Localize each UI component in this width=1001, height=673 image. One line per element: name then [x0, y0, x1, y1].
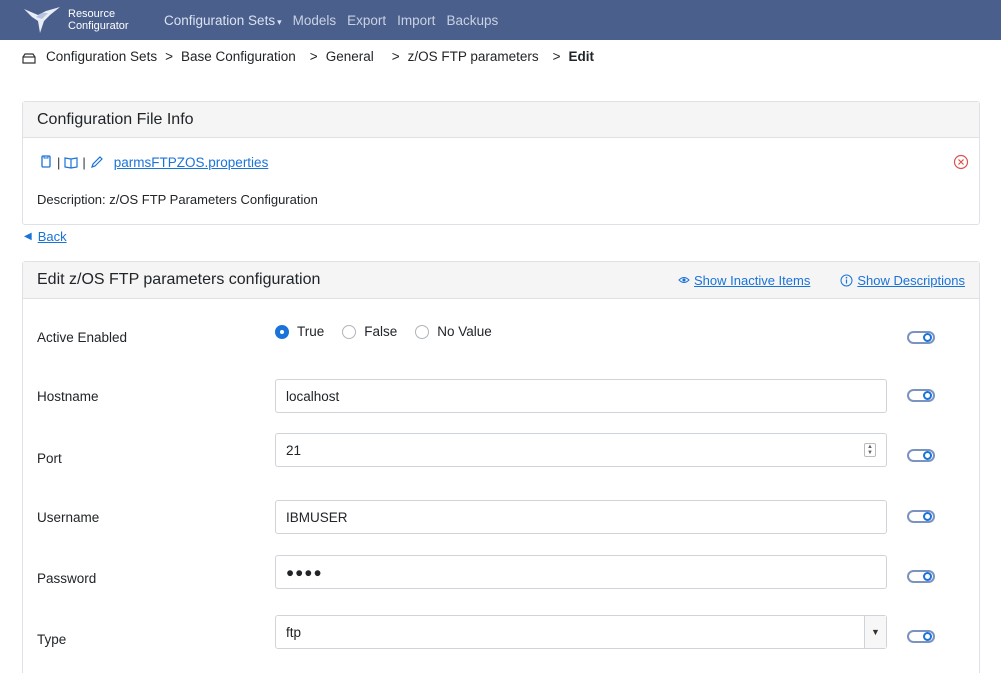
password-label: Password	[37, 571, 97, 586]
password-toggle[interactable]	[907, 570, 935, 583]
type-label: Type	[37, 632, 67, 647]
port-toggle[interactable]	[907, 449, 935, 462]
radio-true-label: True	[297, 324, 325, 339]
radio-false-circle[interactable]	[342, 324, 357, 339]
crumb-general[interactable]: General	[326, 49, 374, 64]
back-link-wrapper[interactable]: ◀ Back	[24, 229, 67, 244]
toggle-knob	[923, 572, 932, 581]
username-label: Username	[37, 510, 100, 525]
file-row: | | parmsFTPZOS.properties	[23, 138, 979, 186]
hostname-value: localhost	[286, 388, 340, 404]
show-descriptions-link[interactable]: Show Descriptions	[840, 273, 965, 288]
chevron-down-icon: ▾	[277, 16, 282, 27]
brand[interactable]: Resource Configurator	[0, 0, 164, 40]
nav-models[interactable]: Models	[293, 13, 337, 28]
toggle-knob	[923, 391, 932, 400]
header-links: Show Inactive Items Show Descriptions	[678, 273, 965, 288]
radio-false[interactable]: False	[342, 324, 397, 339]
crumb-separator: >	[165, 48, 173, 64]
hostname-row: Hostname localhost	[23, 379, 979, 413]
nav-configuration-sets-label: Configuration Sets	[164, 12, 276, 28]
type-row: Type ftp ▼	[23, 615, 979, 649]
type-select[interactable]: ftp ▼	[275, 615, 887, 649]
brand-text: Resource Configurator	[68, 8, 129, 32]
brand-line-1: Resource	[68, 8, 116, 20]
type-toggle[interactable]	[907, 630, 935, 643]
username-input[interactable]: IBMUSER	[275, 500, 887, 534]
radio-no-value[interactable]: No Value	[415, 324, 492, 339]
active-enabled-label: Active Enabled	[37, 330, 128, 345]
radio-true-circle[interactable]	[275, 324, 289, 339]
eye-icon	[678, 277, 690, 283]
copy-icon[interactable]	[39, 155, 53, 169]
port-label: Port	[37, 451, 62, 466]
password-input[interactable]: ●●●●	[275, 555, 887, 589]
book-icon[interactable]	[64, 155, 78, 169]
edit-form-title: Edit z/OS FTP parameters configuration	[37, 271, 321, 288]
description: Description: z/OS FTP Parameters Configu…	[37, 191, 318, 207]
active-enabled-toggle[interactable]	[907, 331, 935, 344]
folder-icon	[22, 53, 36, 64]
hostname-label: Hostname	[37, 389, 99, 404]
hostname-input[interactable]: localhost	[275, 379, 887, 413]
show-inactive-items-link[interactable]: Show Inactive Items	[678, 273, 810, 288]
crumb-edit: Edit	[568, 48, 595, 64]
toggle-knob	[923, 632, 932, 641]
show-inactive-items-label: Show Inactive Items	[694, 272, 811, 288]
edit-form-card: Edit z/OS FTP parameters configuration S…	[22, 261, 980, 673]
stepper-icon[interactable]: ▲ ▼	[864, 443, 876, 457]
edit-form-header: Edit z/OS FTP parameters configuration S…	[23, 262, 979, 299]
remove-circle-icon[interactable]	[953, 154, 969, 170]
nav-backups[interactable]: Backups	[446, 13, 498, 28]
radio-no-value-circle[interactable]	[415, 324, 430, 339]
port-input[interactable]: 21 ▲ ▼	[275, 433, 887, 467]
dropdown-arrow-icon[interactable]: ▼	[864, 616, 886, 648]
file-name-link[interactable]: parmsFTPZOS.properties	[114, 155, 269, 170]
active-enabled-radio-group: True False No Value	[275, 324, 510, 339]
password-row: Password ●●●●	[23, 555, 979, 589]
bird-logo-icon	[24, 7, 60, 33]
toggle-knob	[923, 333, 932, 342]
crumb-configuration-sets[interactable]: Configuration Sets	[46, 49, 157, 64]
file-info-card: Configuration File Info | | parmsFTPZOS.…	[22, 101, 980, 225]
nav-import[interactable]: Import	[397, 13, 435, 28]
icon-divider: |	[82, 154, 86, 170]
radio-no-value-label: No Value	[437, 324, 492, 339]
port-value: 21	[286, 442, 302, 458]
toggle-knob	[923, 512, 932, 521]
radio-false-label: False	[364, 324, 398, 339]
show-descriptions-label: Show Descriptions	[857, 272, 965, 288]
nav-configuration-sets[interactable]: Configuration Sets ▾	[164, 13, 282, 28]
hostname-toggle[interactable]	[907, 389, 935, 402]
type-value: ftp	[286, 624, 302, 640]
file-info-header: Configuration File Info	[23, 102, 979, 138]
username-value: IBMUSER	[286, 509, 348, 525]
username-row: Username IBMUSER	[23, 500, 979, 534]
password-value: ●●●●	[286, 564, 323, 580]
triangle-left-icon: ◀	[24, 231, 32, 242]
breadcrumb: Configuration Sets > Base Configuration …	[22, 46, 594, 66]
info-icon	[840, 274, 853, 286]
toggle-knob	[923, 451, 932, 460]
crumb-base-configuration[interactable]: Base Configuration	[181, 49, 296, 64]
username-toggle[interactable]	[907, 510, 935, 523]
active-enabled-row: Active Enabled True False No Value	[23, 314, 979, 354]
radio-true[interactable]: True	[275, 324, 324, 339]
pencil-icon[interactable]	[90, 155, 104, 169]
brand-line-2: Configurator	[68, 20, 129, 32]
port-row: Port 21 ▲ ▼	[23, 433, 979, 467]
crumb-separator: >	[552, 48, 561, 64]
crumb-separator: >	[391, 48, 400, 64]
file-info-title: Configuration File Info	[37, 110, 194, 128]
icon-divider: |	[57, 154, 61, 170]
nav-export[interactable]: Export	[347, 13, 386, 28]
top-navbar: Resource Configurator Configuration Sets…	[0, 0, 1001, 40]
crumb-ftp-parameters[interactable]: z/OS FTP parameters	[408, 49, 539, 64]
crumb-separator: >	[309, 48, 318, 64]
back-link[interactable]: Back	[38, 229, 67, 244]
